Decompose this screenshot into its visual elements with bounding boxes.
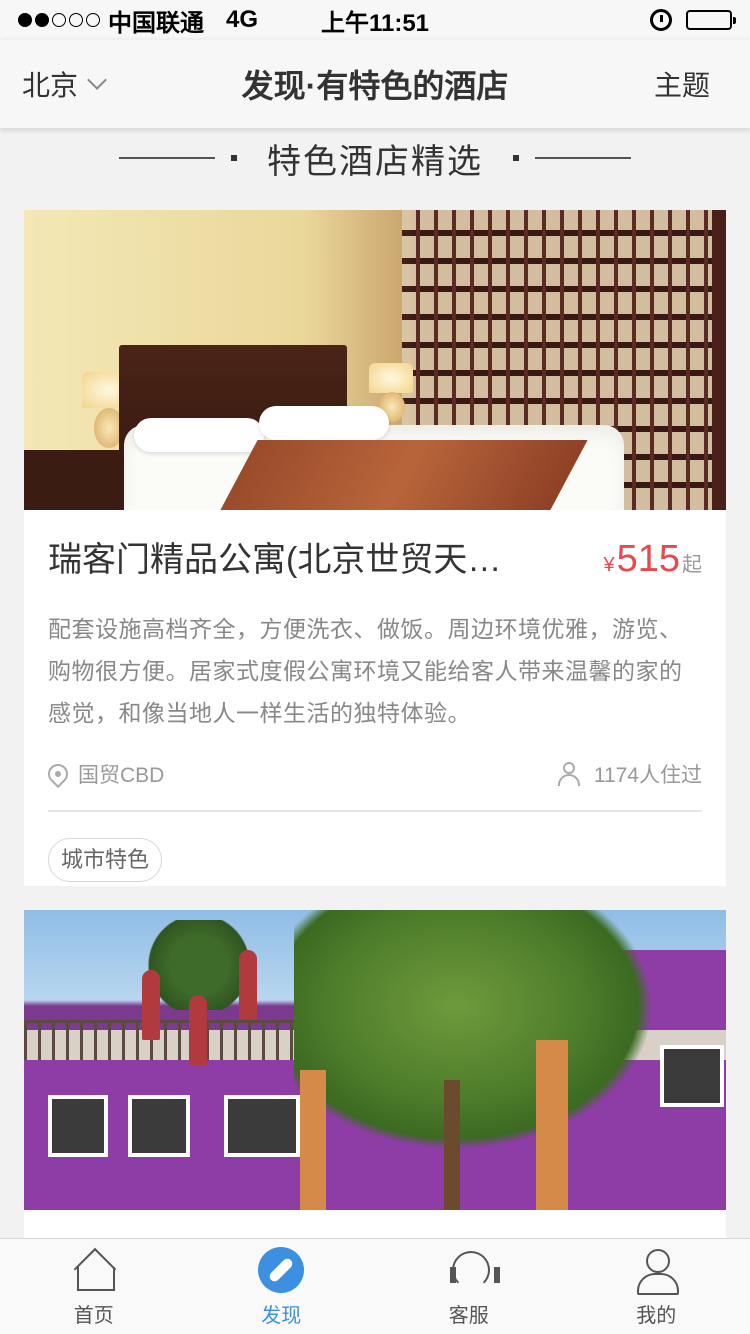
- carrier-name: 中国联通: [108, 9, 204, 37]
- location-pin-icon: [43, 759, 73, 789]
- compass-icon: [258, 1247, 305, 1293]
- section-header: 特色酒店精选: [0, 128, 750, 188]
- divider-line: [535, 157, 631, 159]
- tab-profile[interactable]: 我的: [563, 1239, 750, 1334]
- theme-button[interactable]: 主题: [654, 64, 710, 104]
- tab-label: 客服: [448, 1305, 489, 1327]
- tab-home[interactable]: 首页: [0, 1239, 188, 1334]
- navigation-bar: 北京 发现·有特色的酒店 主题: [0, 40, 750, 128]
- page-title: 发现·有特色的酒店: [241, 68, 509, 104]
- hotel-name: 瑞客门精品公寓(北京世贸天…: [48, 541, 502, 579]
- hotel-price: ¥ 515 起: [603, 538, 702, 581]
- location-label: 国贸CBD: [78, 764, 165, 787]
- alarm-icon: [650, 9, 672, 31]
- user-icon: [633, 1247, 680, 1295]
- chevron-down-icon: [87, 70, 107, 90]
- separator-dot: [231, 155, 237, 161]
- users-icon: [556, 762, 584, 786]
- status-bar: 中国联通 4G 上午11:51: [0, 0, 750, 40]
- divider-line: [119, 157, 215, 159]
- hotel-tag[interactable]: 城市特色: [48, 838, 163, 882]
- hotel-location: 国贸CBD: [43, 759, 165, 789]
- tab-label: 我的: [636, 1305, 677, 1327]
- hotel-description: 配套设施高档齐全，方便洗衣、做饭。周边环境优雅，游览、购物很方便。居家式度假公寓…: [48, 616, 683, 726]
- tab-label: 首页: [73, 1305, 114, 1327]
- tab-discover[interactable]: 发现: [188, 1239, 376, 1334]
- hotel-photo: [24, 210, 726, 510]
- tab-customer-service[interactable]: 客服: [375, 1239, 563, 1334]
- hotel-card[interactable]: [24, 910, 726, 1240]
- divider: [48, 810, 702, 812]
- price-value: 515: [616, 538, 680, 580]
- hotel-card[interactable]: 瑞客门精品公寓(北京世贸天… ¥ 515 起 配套设施高档齐全，方便洗衣、做饭。…: [24, 210, 726, 886]
- section-title: 特色酒店精选: [267, 142, 483, 181]
- price-suffix: 起: [682, 554, 702, 576]
- city-label: 北京: [22, 70, 79, 101]
- home-icon: [71, 1247, 117, 1293]
- guest-count: 1174人住过: [556, 759, 702, 789]
- guest-count-label: 1174人住过: [593, 764, 702, 787]
- network-type: 4G: [226, 6, 259, 33]
- tab-label: 发现: [261, 1305, 302, 1327]
- headset-icon: [446, 1247, 500, 1293]
- battery-icon: [686, 10, 736, 30]
- hotel-photo: [24, 910, 726, 1210]
- tab-bar: 首页 发现 客服 我的: [0, 1238, 750, 1334]
- separator-dot: [513, 155, 519, 161]
- city-selector[interactable]: 北京: [22, 64, 107, 104]
- signal-strength-icon: [18, 13, 100, 27]
- price-currency: ¥: [603, 554, 615, 576]
